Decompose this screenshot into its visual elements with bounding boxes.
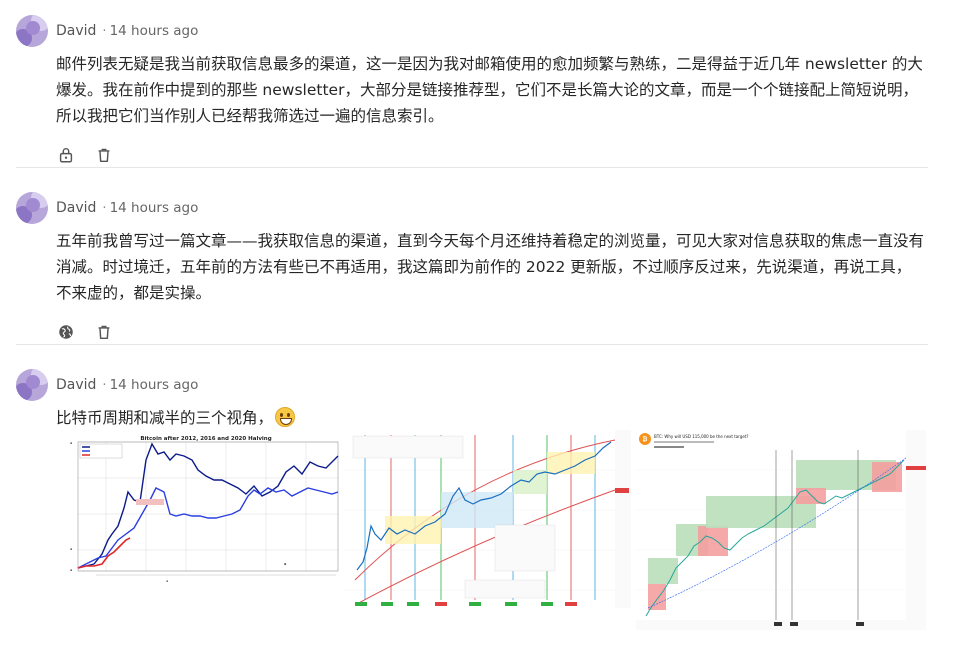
post-actions	[56, 143, 928, 167]
author-name[interactable]: David	[56, 377, 96, 393]
meta-separator: ·	[102, 377, 107, 393]
post-header: David · 14 hours ago	[16, 369, 928, 401]
post-text: 五年前我曾写过一篇文章——我获取信息的渠道，直到今天每个月还维持着稳定的浏览量，…	[56, 232, 925, 302]
post-divider	[16, 167, 928, 168]
globe-icon[interactable]	[56, 322, 76, 342]
author-name[interactable]: David	[56, 23, 96, 39]
comment-feed: David · 14 hours ago 邮件列表无疑是我当前获取信息最多的渠道…	[0, 0, 961, 649]
svg-text:₿: ₿	[643, 436, 648, 443]
post-text: 比特币周期和减半的三个视角，	[56, 409, 274, 427]
post-timestamp[interactable]: 14 hours ago	[110, 23, 199, 39]
avatar[interactable]	[16, 369, 48, 401]
svg-text:▪: ▪	[70, 568, 72, 572]
bitcoin-halving-comparison-chart[interactable]: Bitcoin after 2012, 2016 and 2020 Halvin…	[56, 430, 341, 630]
svg-text:▪: ▪	[70, 441, 72, 445]
trash-icon[interactable]	[94, 322, 114, 342]
post-text: 邮件列表无疑是我当前获取信息最多的渠道，这一是因为我对邮箱使用的愈加频繁与熟练，…	[56, 55, 923, 125]
avatar[interactable]	[16, 15, 48, 47]
chart-title: BTC: Why will USD 115,000 be the next ta…	[654, 434, 749, 439]
post-timestamp[interactable]: 14 hours ago	[110, 377, 199, 393]
svg-text:▪: ▪	[166, 579, 168, 583]
post-divider	[16, 344, 928, 345]
meta-separator: ·	[102, 200, 107, 216]
trash-icon[interactable]	[94, 145, 114, 165]
post-actions	[56, 320, 928, 344]
bitcoin-log-regression-cycle-chart[interactable]	[345, 430, 631, 630]
avatar[interactable]	[16, 192, 48, 224]
grinning-face-emoji	[275, 407, 296, 427]
post-item: David · 14 hours ago 五年前我曾写过一篇文章——我获取信息的…	[16, 192, 928, 344]
post-item: David · 14 hours ago 邮件列表无疑是我当前获取信息最多的渠道…	[16, 15, 928, 167]
author-name[interactable]: David	[56, 200, 96, 216]
post-header: David · 14 hours ago	[16, 192, 928, 224]
lock-icon[interactable]	[56, 145, 76, 165]
btc-tradingview-cycle-chart[interactable]: ₿ BTC: Why will USD 115,000 be the next …	[636, 430, 926, 630]
post-item: David · 14 hours ago 比特币周期和减半的三个视角，	[16, 369, 928, 431]
post-text-container: 比特币周期和减半的三个视角，	[56, 405, 926, 431]
post-timestamp[interactable]: 14 hours ago	[110, 200, 199, 216]
image-attachments: Bitcoin after 2012, 2016 and 2020 Halvin…	[56, 430, 926, 630]
meta-separator: ·	[102, 23, 107, 39]
chart-title: Bitcoin after 2012, 2016 and 2020 Halvin…	[140, 436, 271, 442]
post-header: David · 14 hours ago	[16, 15, 928, 47]
svg-text:▪: ▪	[70, 547, 72, 551]
